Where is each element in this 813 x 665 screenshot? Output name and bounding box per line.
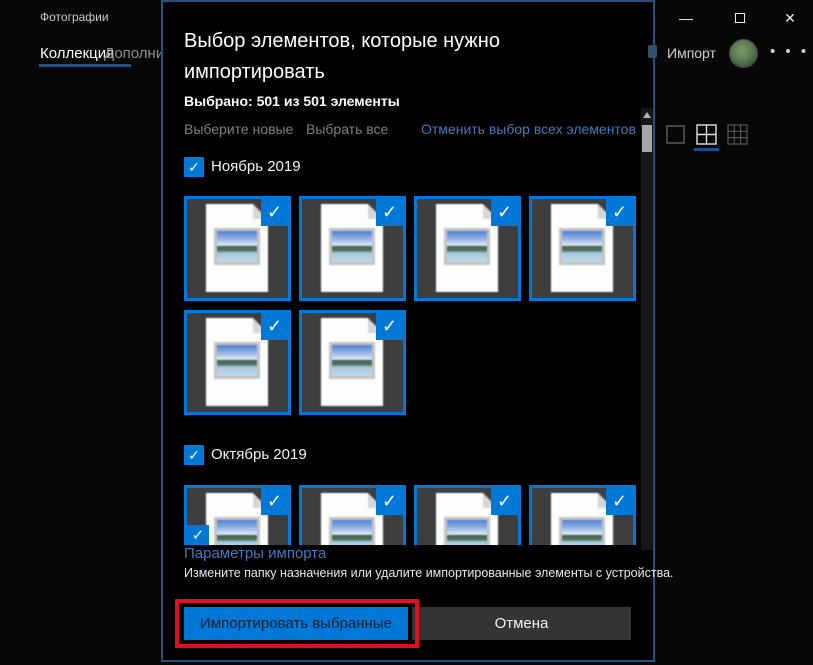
device-icon [648,45,657,58]
photo-tile[interactable]: ✓ [529,485,636,545]
tile-checkbox-checked[interactable]: ✓ [376,199,403,226]
tile-row-clipped: ✓✓ ✓ ✓ ✓ [163,485,643,545]
photo-placeholder-icon [436,493,498,545]
photo-placeholder-icon [321,318,383,406]
photo-tile[interactable]: ✓ [184,310,291,415]
photo-tile[interactable]: ✓ [299,485,406,545]
photo-placeholder-icon [206,493,268,545]
photo-tile[interactable]: ✓✓ [184,485,291,545]
photo-placeholder-icon [551,493,613,545]
tile-checkbox-checked[interactable]: ✓ [491,199,518,226]
scrollbar-thumb[interactable] [642,125,652,152]
photo-placeholder-icon [321,204,383,292]
tile-checkbox-checked[interactable]: ✓ [376,313,403,340]
photo-tile[interactable]: ✓ [414,485,521,545]
cancel-button[interactable]: Отмена [412,607,631,640]
tile-checkbox-checked[interactable]: ✓ [606,488,633,515]
import-settings-link[interactable]: Параметры импорта [184,545,326,562]
import-command[interactable]: Импорт [667,45,716,61]
tile-row: ✓ ✓ ✓ ✓ [163,196,643,302]
tile-row: ✓ ✓ [163,310,643,416]
tile-checkbox-checked[interactable]: ✓ [261,488,288,515]
avatar[interactable] [729,39,758,68]
dialog-title: Выбор элементов, которые нужно импортиро… [184,26,616,88]
see-more-button[interactable]: • • • [770,43,809,60]
clear-selection-link[interactable]: Отменить выбор всех элементов [421,121,636,137]
photo-placeholder-icon [551,204,613,292]
selection-summary: Выбрано: 501 из 501 элементы [184,93,400,109]
close-button[interactable]: ✕ [773,6,807,30]
select-new-link[interactable]: Выберите новые [184,121,293,137]
photo-tile[interactable]: ✓ [184,196,291,301]
photo-tile[interactable]: ✓ [299,196,406,301]
photo-placeholder-icon [206,204,268,292]
scroll-up-icon[interactable] [643,112,651,118]
month-checkbox-checked[interactable]: ✓ [184,157,204,177]
photo-tile[interactable]: ✓ [414,196,521,301]
month-checkbox-checked[interactable]: ✓ [184,445,204,465]
view-grid3-icon[interactable] [727,124,748,145]
tile-checkbox-checked[interactable]: ✓ [606,199,633,226]
maximize-button[interactable] [723,6,757,30]
tile-checkbox-checked[interactable]: ✓ [261,313,288,340]
maximize-icon [735,13,745,23]
import-selected-button[interactable]: Импортировать выбранные [184,607,408,640]
view-single-icon[interactable] [665,124,686,145]
photo-tile[interactable]: ✓ [299,310,406,415]
month-label: Ноябрь 2019 [211,158,301,175]
minimize-button[interactable]: — [669,6,703,30]
photo-placeholder-icon [436,204,498,292]
photo-placeholder-icon [321,493,383,545]
import-settings-description: Измените папку назначения или удалите им… [184,566,650,580]
tile-checkbox-checked[interactable]: ✓ [261,199,288,226]
photo-placeholder-icon [206,318,268,406]
active-tab-underline [39,64,131,67]
active-view-underline [694,148,719,151]
tile-checkbox-checked[interactable]: ✓ [376,488,403,515]
import-dialog: Выбор элементов, которые нужно импортиро… [161,0,655,662]
tile-checkbox-checked[interactable]: ✓ [187,525,209,545]
select-all-link[interactable]: Выбрать все [306,121,388,137]
tile-checkbox-checked[interactable]: ✓ [491,488,518,515]
month-label: Октябрь 2019 [211,446,307,463]
view-grid2-icon[interactable] [696,124,717,145]
app-title: Фотографии [40,10,109,24]
photo-tile[interactable]: ✓ [529,196,636,301]
